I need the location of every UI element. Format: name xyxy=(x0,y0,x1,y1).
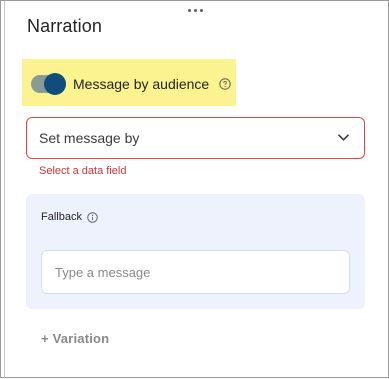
set-message-by-dropdown[interactable]: Set message by xyxy=(26,117,365,159)
narration-panel: Narration Message by audience Set messag… xyxy=(0,0,389,379)
info-circle-icon[interactable] xyxy=(87,211,98,223)
panel-divider xyxy=(4,1,5,379)
message-by-audience-toggle-row[interactable]: Message by audience xyxy=(31,73,231,95)
toggle-knob xyxy=(44,73,66,95)
fallback-header: Fallback xyxy=(41,211,98,223)
drag-handle-icon[interactable] xyxy=(187,6,203,14)
chevron-down-icon xyxy=(337,134,350,141)
panel-title: Narration xyxy=(27,16,102,36)
fallback-label: Fallback xyxy=(41,211,82,223)
dropdown-value: Set message by xyxy=(39,130,140,146)
fallback-message-input[interactable] xyxy=(41,250,350,294)
help-circle-icon[interactable] xyxy=(219,78,231,90)
add-variation-button[interactable]: + Variation xyxy=(41,331,109,346)
fallback-card: Fallback xyxy=(26,194,365,309)
message-by-audience-toggle[interactable] xyxy=(31,73,66,95)
validation-error: Select a data field xyxy=(39,165,127,177)
toggle-label: Message by audience xyxy=(73,76,210,92)
